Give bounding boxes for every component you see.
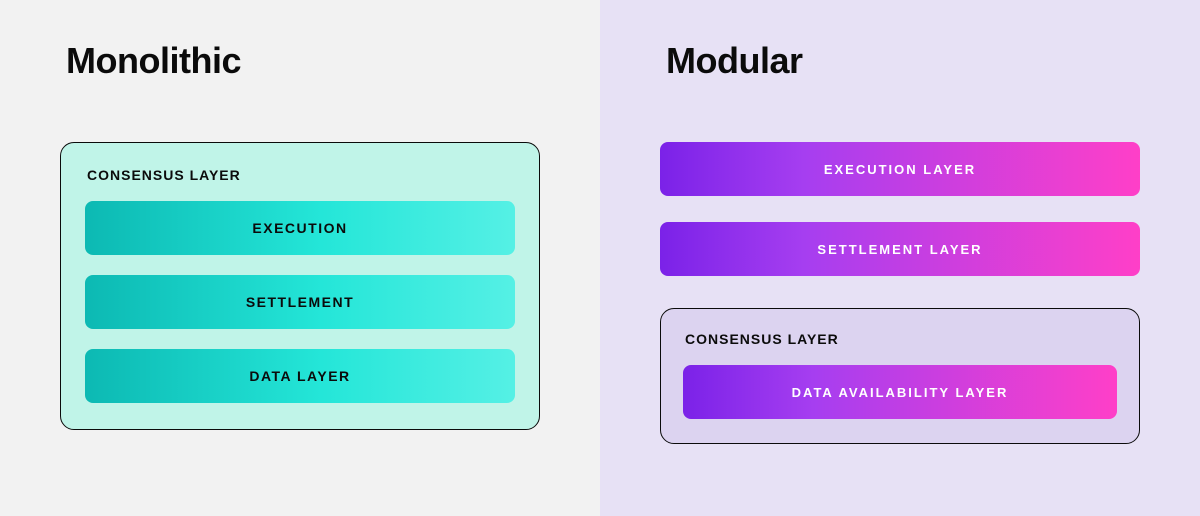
modular-title: Modular — [666, 40, 1140, 82]
modular-execution-bar: Execution Layer — [660, 142, 1140, 196]
modular-consensus-box: Consensus Layer Data Availability Layer — [660, 308, 1140, 444]
modular-data-availability-bar: Data Availability Layer — [683, 365, 1117, 419]
monolithic-consensus-box: Consensus Layer Execution Settlement Dat… — [60, 142, 540, 430]
monolithic-title: Monolithic — [66, 40, 540, 82]
modular-panel: Modular Execution Layer Settlement Layer… — [600, 0, 1200, 516]
monolithic-panel: Monolithic Consensus Layer Execution Set… — [0, 0, 600, 516]
modular-consensus-heading: Consensus Layer — [685, 331, 1117, 347]
monolithic-data-bar: Data Layer — [85, 349, 515, 403]
monolithic-consensus-heading: Consensus Layer — [87, 167, 515, 183]
monolithic-settlement-bar: Settlement — [85, 275, 515, 329]
modular-settlement-bar: Settlement Layer — [660, 222, 1140, 276]
modular-stack: Execution Layer Settlement Layer Consens… — [660, 142, 1140, 444]
monolithic-execution-bar: Execution — [85, 201, 515, 255]
